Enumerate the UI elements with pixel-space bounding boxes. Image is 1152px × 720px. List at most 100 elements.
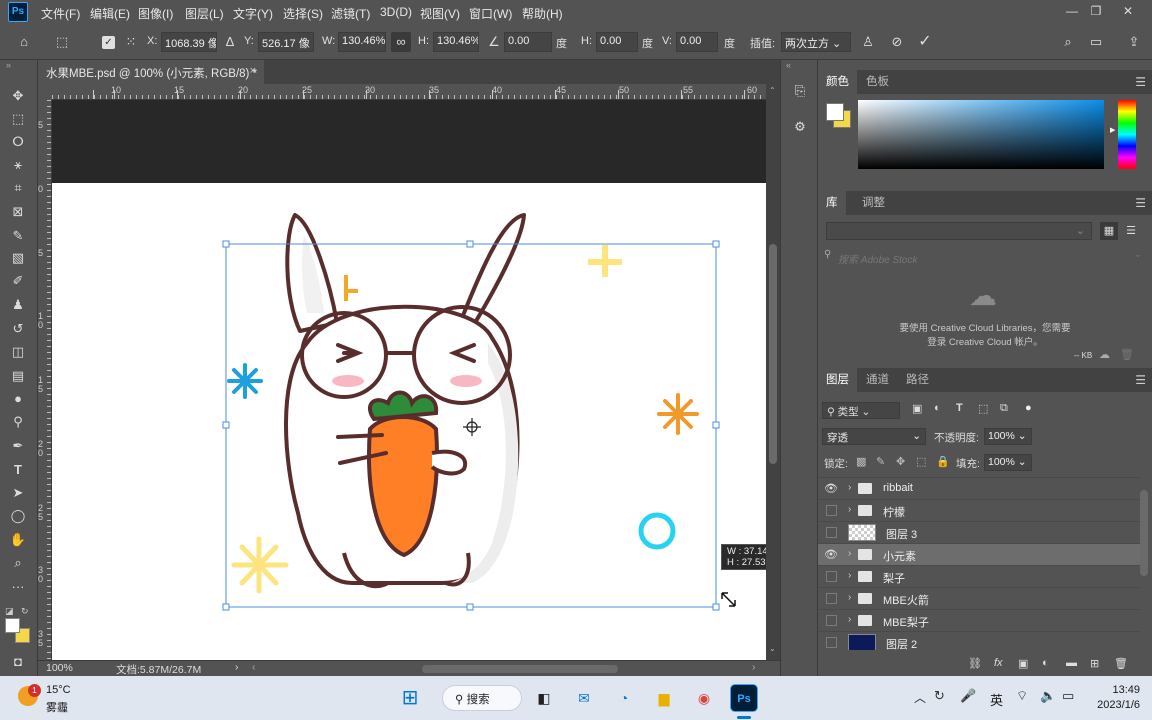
panel-menu-icon[interactable]: ☰ <box>1135 196 1146 210</box>
panel-collapse-icon[interactable]: » <box>6 60 11 70</box>
sync-icon[interactable]: ↻ <box>934 688 945 704</box>
clock-time[interactable]: 13:49 <box>1094 684 1140 696</box>
visibility-toggle[interactable] <box>826 615 837 626</box>
quick-mask-icon[interactable]: ◘ <box>7 652 29 672</box>
skew-v-field[interactable]: 0.00 <box>676 32 718 52</box>
filter-toggle-icon[interactable]: ● <box>1025 402 1032 414</box>
file-explorer-icon[interactable]: ▆ <box>650 684 678 712</box>
history-brush-tool-icon[interactable]: ↺ <box>7 319 29 339</box>
menu-3d[interactable]: 3D(D) <box>380 5 412 19</box>
tab-layers[interactable]: 图层 <box>818 368 857 392</box>
tab-swatches[interactable]: 色板 <box>858 70 897 94</box>
move-tool-icon[interactable]: ✥ <box>7 86 29 106</box>
tab-adjustments[interactable]: 调整 <box>854 191 893 215</box>
layer-row[interactable]: › MBE梨子 <box>818 609 1140 631</box>
foreground-color-swatch[interactable] <box>5 618 20 633</box>
color-spectrum-field[interactable] <box>858 100 1104 169</box>
visibility-eye-icon[interactable]: 👁 <box>824 548 838 562</box>
brush-tool-icon[interactable]: ✐ <box>7 271 29 291</box>
filter-type-icon[interactable]: T <box>956 402 963 414</box>
chrome-icon[interactable]: ◉ <box>690 684 718 712</box>
status-menu-arrow[interactable]: › <box>235 661 239 673</box>
expand-chevron-icon[interactable]: › <box>848 592 851 603</box>
vertical-scrollbar[interactable]: ⌃ ⌄ <box>766 84 780 660</box>
properties-panel-icon[interactable]: ⚙ <box>789 116 811 138</box>
commit-transform-icon[interactable]: ✓ <box>915 32 935 52</box>
panel-menu-icon[interactable]: ☰ <box>1135 373 1146 387</box>
ime-indicator[interactable]: 英 <box>990 690 1003 709</box>
blur-tool-icon[interactable]: ● <box>7 389 29 409</box>
microphone-icon[interactable]: 🎤 <box>960 688 976 704</box>
menu-file[interactable]: 文件(F) <box>41 5 80 22</box>
menu-type[interactable]: 文字(Y) <box>233 5 273 22</box>
expand-chevron-icon[interactable]: › <box>848 504 851 515</box>
hand-tool-icon[interactable]: ✋ <box>7 530 29 550</box>
eyedropper-tool-icon[interactable]: ✎ <box>7 226 29 246</box>
visibility-toggle[interactable] <box>826 593 837 604</box>
minimize-icon[interactable]: — <box>1062 2 1082 20</box>
photoshop-taskbar-icon[interactable]: Ps <box>730 684 758 712</box>
healing-brush-tool-icon[interactable]: ▧ <box>7 248 29 268</box>
expand-chevron-icon[interactable]: › <box>848 548 851 559</box>
layer-row[interactable]: 👁 › ribbait <box>818 477 1140 499</box>
share-icon[interactable]: ⇪ <box>1124 32 1144 52</box>
canvas-area[interactable]: W : 37.14 厘米 H : 27.53 厘米 <box>52 100 766 660</box>
visibility-toggle[interactable] <box>826 505 837 516</box>
angle-field[interactable]: 0.00 <box>504 32 552 52</box>
tab-libraries[interactable]: 库 <box>818 191 846 215</box>
layer-row[interactable]: 图层 3 <box>818 521 1140 543</box>
interpolation-select[interactable]: 两次立方 ⌄ <box>781 32 851 52</box>
stock-search-input[interactable]: 搜索 Adobe Stock <box>838 251 917 266</box>
color-foreground-swatch[interactable] <box>826 103 844 121</box>
add-mask-icon[interactable]: ▣ <box>1018 657 1028 670</box>
path-selection-tool-icon[interactable]: ➤ <box>7 483 29 503</box>
close-icon[interactable]: ✕ <box>1118 2 1138 20</box>
tab-color[interactable]: 颜色 <box>818 70 857 94</box>
y-field[interactable]: 526.17 像 <box>258 32 314 52</box>
x-field[interactable]: 1068.39 像 <box>161 32 217 52</box>
type-tool-icon[interactable]: T <box>7 460 29 480</box>
menu-help[interactable]: 帮助(H) <box>522 5 563 22</box>
menu-edit[interactable]: 编辑(E) <box>90 5 130 22</box>
battery-icon[interactable]: ▭ <box>1062 688 1074 704</box>
new-layer-icon[interactable]: ⊞ <box>1090 657 1099 670</box>
show-hidden-icons[interactable]: ︿ <box>914 689 926 706</box>
edge-icon[interactable]: ◔ <box>610 684 638 712</box>
layer-style-icon[interactable]: fx <box>994 657 1003 669</box>
lock-transparent-icon[interactable]: ▩ <box>856 455 866 468</box>
default-colors-icon[interactable]: ◪ <box>5 606 14 617</box>
transform-tool-icon[interactable]: ⬚ <box>52 32 72 52</box>
delta-icon[interactable]: ∆ <box>220 32 240 52</box>
gradient-tool-icon[interactable]: ▤ <box>7 366 29 386</box>
menu-filter[interactable]: 滤镜(T) <box>331 5 370 22</box>
weather-desc[interactable]: 雾霾 <box>46 699 68 715</box>
taskbar-search[interactable]: ⚲ 搜索 <box>442 685 522 711</box>
document-tab-close-icon[interactable]: × <box>250 65 256 77</box>
scroll-up-icon[interactable]: ⌃ <box>769 86 776 95</box>
crop-tool-icon[interactable]: ⌗ <box>7 178 29 198</box>
link-icon[interactable]: ∞ <box>391 32 411 52</box>
library-select[interactable]: ⌄ <box>826 222 1092 240</box>
weather-temp[interactable]: 15°C <box>46 684 71 696</box>
layer-filter-select[interactable]: ⚲ 类型 ⌄ <box>822 402 900 419</box>
frame-tool-icon[interactable]: ⊠ <box>7 202 29 222</box>
layer-row[interactable]: › 梨子 <box>818 565 1140 587</box>
expand-chevron-icon[interactable]: › <box>848 570 851 581</box>
filter-smart-object-icon[interactable]: ⧉ <box>1000 402 1008 415</box>
zoom-level[interactable]: 100% <box>46 662 73 674</box>
warp-icon[interactable]: ♙ <box>858 32 878 52</box>
opacity-field[interactable]: 100% ⌄ <box>984 428 1032 445</box>
reference-point-checkbox[interactable]: ✓ <box>102 36 115 49</box>
zoom-tool-icon[interactable]: ⌕ <box>7 553 29 573</box>
hue-slider[interactable] <box>1118 100 1136 169</box>
horizontal-scroll-thumb[interactable] <box>422 665 618 673</box>
adjustment-layer-icon[interactable]: ◐ <box>1042 657 1049 669</box>
menu-window[interactable]: 窗口(W) <box>469 5 512 22</box>
cancel-transform-icon[interactable]: ⊘ <box>887 32 907 52</box>
layer-row[interactable]: 图层 2 <box>818 631 1140 650</box>
stamp-tool-icon[interactable]: ♟ <box>7 295 29 315</box>
hue-slider-pointer-icon[interactable]: ▶ <box>1110 126 1115 134</box>
layer-list-scroll-thumb[interactable] <box>1140 490 1148 576</box>
width-field[interactable]: 130.46% <box>338 32 386 52</box>
delete-layer-icon[interactable]: 🗑 <box>1114 657 1128 670</box>
